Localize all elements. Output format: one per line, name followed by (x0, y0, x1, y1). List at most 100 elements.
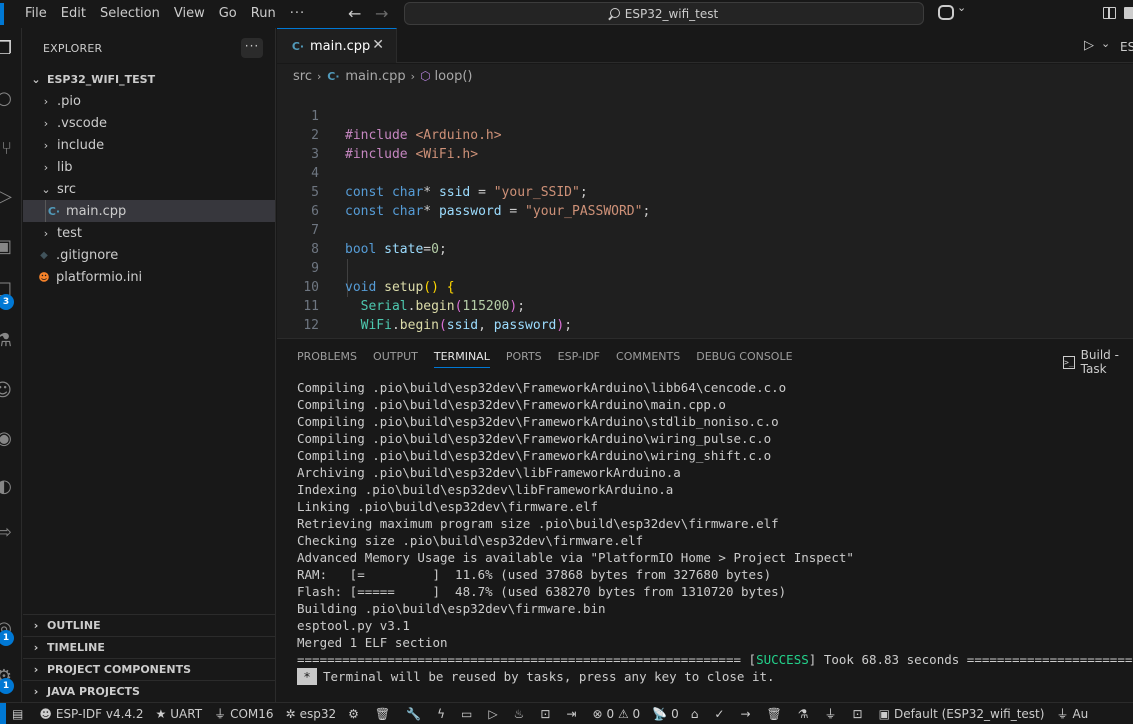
status-flash[interactable]: ϟ (431, 703, 455, 724)
tab-terminal[interactable]: TERMINAL (426, 339, 498, 374)
tab-comments[interactable]: COMMENTS (608, 339, 688, 374)
status-label: esp32 (299, 706, 337, 721)
chevron-right-icon: › (43, 94, 49, 108)
status-esp-idf-version[interactable]: ☻ ESP-IDF v4.4.2 (33, 703, 149, 724)
status-sdk-config[interactable]: ⚙ (342, 703, 369, 724)
platformio-icon[interactable]: ☺ (0, 380, 12, 402)
arrow-left-icon[interactable]: ← (348, 4, 361, 23)
remote-explorer-icon[interactable]: ▣ (0, 236, 12, 258)
terminal-output[interactable]: Compiling .pio\build\esp32dev\FrameworkA… (297, 379, 1133, 685)
status-target-chip[interactable]: ✲ esp32 (280, 703, 343, 724)
status-bar: ▤ ☻ ESP-IDF v4.4.2 ★ UART ⏚ COM16 ✲ esp32 ⚙ 🗑 🔧 ϟ ▭ ▷ ♨… (0, 702, 1133, 724)
section-outline[interactable]: › OUTLINE (23, 614, 276, 636)
tree-item-src[interactable]: ⌄ src (23, 178, 275, 200)
breadcrumb-file[interactable]: main.cpp (345, 69, 405, 84)
tab-output[interactable]: OUTPUT (365, 339, 426, 374)
explorer-more-button[interactable]: ··· (241, 38, 263, 58)
menu-run[interactable]: Run (244, 0, 283, 28)
tree-item-platformio-ini[interactable]: ☻ platformio.ini (23, 266, 275, 288)
code-line: 5 const char* password = "your_PASSWORD"… (277, 164, 1133, 219)
copilot-icon[interactable] (938, 1, 966, 20)
menu-edit[interactable]: Edit (54, 0, 93, 28)
github-icon[interactable]: ◐ (0, 476, 12, 498)
chevron-right-icon: › (316, 69, 322, 83)
section-project-components[interactable]: › PROJECT COMPONENTS (23, 658, 276, 680)
terminal-line: Indexing .pio\build\esp32dev\libFramewor… (297, 482, 674, 497)
status-label: COM16 (230, 706, 274, 721)
status-pio-port[interactable]: ⏚ Au (1050, 703, 1094, 724)
editor-actions-more[interactable]: ES (1120, 40, 1133, 54)
breadcrumb-src[interactable]: src (293, 69, 312, 84)
pio-env-icon: ▣ (878, 706, 890, 721)
tree-item-lib[interactable]: › lib (23, 156, 275, 178)
workspace-root[interactable]: ⌄ ESP32_WIFI_TEST (23, 68, 275, 90)
status-problems[interactable]: ⊗ 0 ⚠ 0 (586, 703, 646, 724)
code-line: 1 #include <Arduino.h> (277, 88, 1133, 143)
bottom-panel: PROBLEMS OUTPUT TERMINAL PORTS ESP-IDF C… (277, 338, 1133, 702)
explorer-icon[interactable]: ❐ (0, 38, 12, 60)
menu-go[interactable]: Go (212, 0, 244, 28)
status-full-clean[interactable]: 🗑 (369, 703, 400, 724)
menu-more[interactable]: ··· (283, 0, 312, 28)
status-monitor[interactable]: ▭ (455, 703, 482, 724)
status-pio-build[interactable]: ✓ (708, 703, 734, 724)
status-pio-home[interactable]: ⌂ (685, 703, 709, 724)
terminal-instance[interactable]: >_ Build - Task (1063, 348, 1133, 376)
tree-item-pio[interactable]: › .pio (23, 90, 275, 112)
tree-item-test[interactable]: › test (23, 222, 275, 244)
tree-item-label: include (57, 137, 105, 153)
code-line: 2 #include <WiFi.h> (277, 107, 1133, 162)
tree-item-include[interactable]: › include (23, 134, 275, 156)
flash-icon: ϟ (437, 706, 445, 721)
status-build[interactable]: 🔧 (400, 703, 431, 724)
status-idf-terminal[interactable]: ⊡ (534, 703, 560, 724)
status-build-flash-monitor[interactable]: ♨ (508, 703, 535, 724)
pio-clean-icon: 🗑 (766, 706, 782, 721)
close-icon[interactable]: ✕ (372, 37, 384, 53)
code-editor[interactable]: 1 #include <Arduino.h> 2 #include <WiFi.… (277, 88, 1133, 352)
tab-esp-idf[interactable]: ESP-IDF (550, 339, 608, 374)
tree-item-gitignore[interactable]: ◆ .gitignore (23, 244, 275, 266)
toggle-sidebar-icon[interactable] (1124, 7, 1133, 19)
search-icon[interactable]: ○ (0, 88, 12, 110)
deploy-icon[interactable]: ⇨ (0, 522, 12, 544)
section-java-projects[interactable]: › JAVA PROJECTS (23, 680, 276, 702)
command-center-search[interactable]: ESP32_wifi_test (404, 2, 924, 25)
status-pio-terminal[interactable]: ⊡ (847, 703, 873, 724)
section-timeline[interactable]: › TIMELINE (23, 636, 276, 658)
source-control-icon[interactable]: ⑂ (0, 138, 12, 160)
status-execute-task[interactable]: ⇥ (560, 703, 586, 724)
chevron-right-icon: › (43, 138, 49, 152)
status-ports-forwarded[interactable]: 📡 0 (646, 703, 685, 724)
status-idf-explorer[interactable]: ▤ (6, 703, 33, 724)
status-pio-upload[interactable]: → (734, 703, 760, 724)
tree-item-vscode[interactable]: › .vscode (23, 112, 275, 134)
status-debug[interactable]: ▷ (482, 703, 507, 724)
status-pio-env[interactable]: ▣ Default (ESP32_wifi_test) (873, 703, 1051, 724)
esp-idf-icon[interactable]: ◉ (0, 428, 12, 450)
pio-terminal-icon: ⊡ (852, 706, 863, 721)
arrow-right-icon[interactable]: → (375, 4, 388, 23)
tab-main-cpp[interactable]: C· main.cpp ✕ (277, 28, 397, 63)
status-serial-port[interactable]: ⏚ COM16 (208, 703, 279, 724)
chevron-right-icon: › (33, 619, 39, 632)
status-pio-serial-monitor[interactable]: ⏚ (819, 703, 847, 724)
layout-icon[interactable] (1103, 7, 1116, 19)
chevron-down-icon[interactable]: ⌄ (1101, 37, 1110, 50)
breadcrumb-symbol[interactable]: loop() (435, 69, 473, 84)
search-text: ESP32_wifi_test (624, 6, 719, 21)
tree-item-main-cpp[interactable]: C· main.cpp (23, 200, 275, 222)
tab-ports[interactable]: PORTS (498, 339, 550, 374)
tab-debug-console[interactable]: DEBUG CONSOLE (688, 339, 800, 374)
testing-icon[interactable]: ⚗ (0, 330, 12, 352)
run-icon[interactable]: ▷ (1084, 38, 1094, 53)
status-flash-method[interactable]: ★ UART (150, 703, 209, 724)
menu-selection[interactable]: Selection (93, 0, 167, 28)
cpp-file-icon: C· (47, 204, 61, 218)
status-pio-clean[interactable]: 🗑 (761, 703, 792, 724)
status-pio-test[interactable]: ⚗ (792, 703, 819, 724)
run-debug-icon[interactable]: ▷ (0, 186, 12, 208)
menu-view[interactable]: View (167, 0, 212, 28)
menu-file[interactable]: File (18, 0, 54, 28)
tab-problems[interactable]: PROBLEMS (289, 339, 365, 374)
